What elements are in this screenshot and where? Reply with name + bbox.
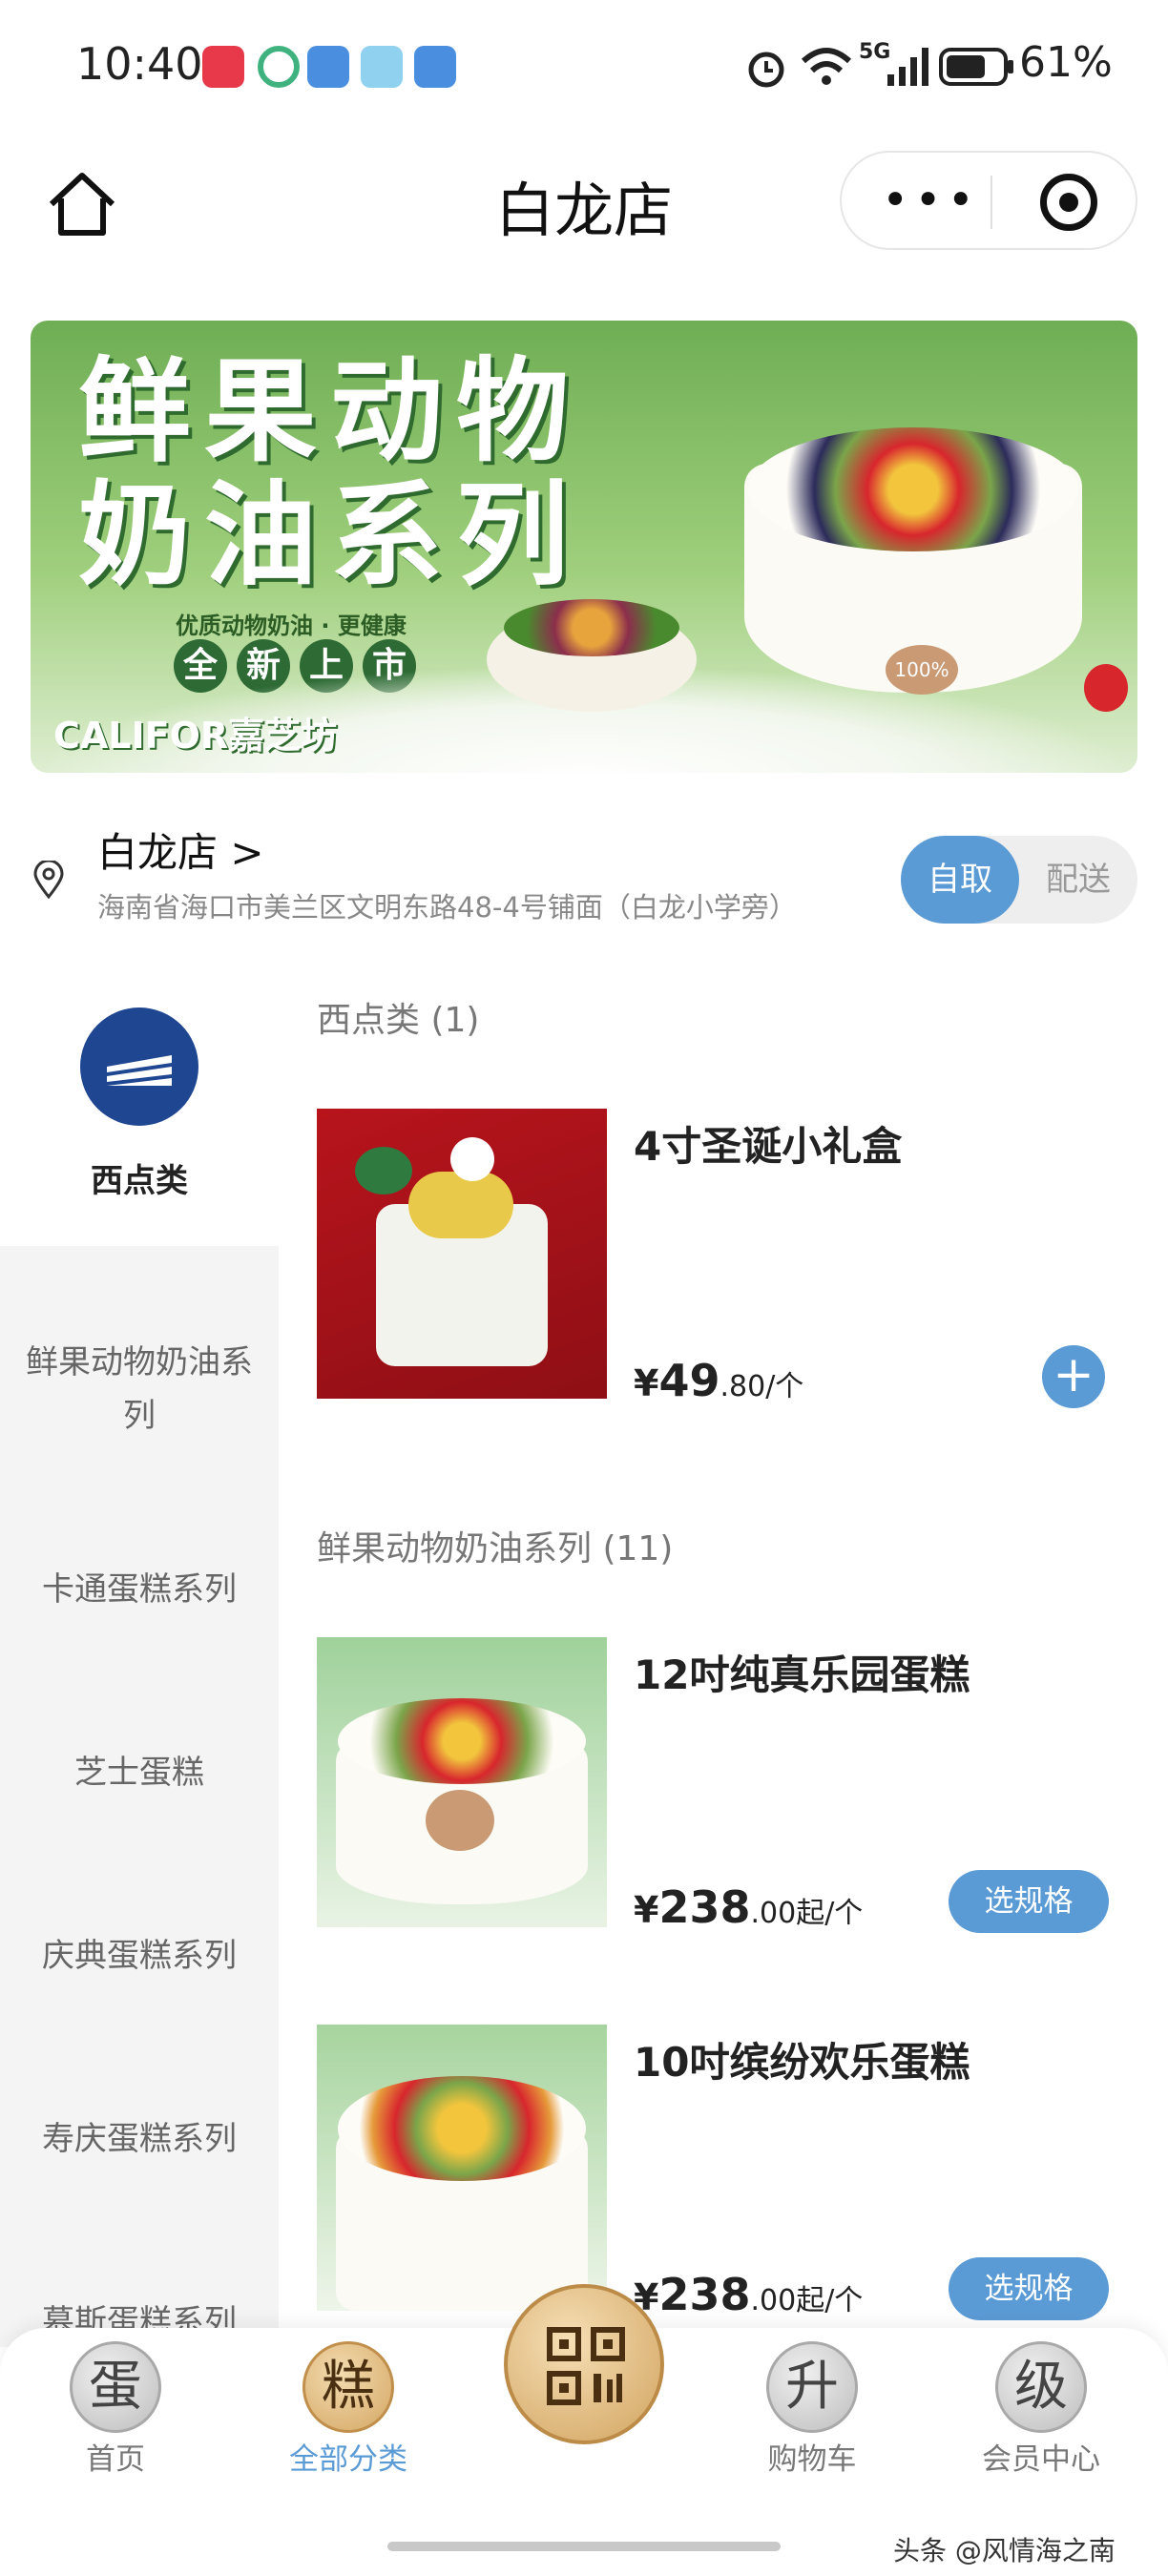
banner-title: 鲜果动物 奶油系列 [78,349,582,597]
store-address: 海南省海口市美兰区文明东路48-4号铺面（白龙小学旁） [97,891,797,924]
promo-banner[interactable]: 鲜果动物 奶油系列 优质动物奶油 · 更健康 全 新 上 市 100% CALI… [31,321,1137,773]
watermark: 头条 @风情海之南 [893,2535,1116,2566]
holly-decoration [355,1147,412,1195]
category-sidebar: 西点类 鲜果动物奶油系列 卡通蛋糕系列 芝士蛋糕 庆典蛋糕系列 寿庆蛋糕系列 慕… [0,954,279,2347]
qr-code-icon [547,2327,625,2405]
strawberry [1084,664,1128,712]
product-name[interactable]: 12吋纯真乐园蛋糕 [634,1643,970,1701]
banner-tagline: 优质动物奶油 · 更健康 [176,613,407,639]
add-to-cart-button[interactable]: + [1042,1345,1105,1408]
battery-level: 61% [1019,38,1113,87]
price-unit: /个 [824,2284,864,2317]
product-price: ¥49.80/个 [634,1355,803,1406]
price-integer: 238 [658,2269,751,2320]
pickup-option[interactable]: 自取 [901,836,1019,924]
tab-label: 购物车 [767,2442,857,2477]
tab-home[interactable]: 蛋 首页 [44,2341,187,2478]
tab-all-categories[interactable]: 糕 全部分类 [277,2341,420,2478]
cake-slice-icon [80,1008,198,1126]
category-seal-icon: 糕 [302,2341,394,2433]
price-unit: /个 [765,1370,804,1403]
cake-slice-shape [107,1055,172,1086]
price-integer: 49 [658,1355,720,1406]
location-pin-icon [33,861,64,899]
brand-logo: CALIFOR嘉芝坊 [53,715,338,757]
cake-badge: 100% [886,645,958,695]
tab-label: 全部分类 [289,2442,407,2477]
qr-code-button[interactable] [504,2284,664,2444]
tab-label: 首页 [86,2442,145,2477]
store-name-link[interactable]: 白龙店 > [97,821,264,879]
price-currency: ¥ [634,1362,659,1404]
product-name[interactable]: 4寸圣诞小礼盒 [634,1114,902,1173]
sidebar-item-celebration[interactable]: 庆典蛋糕系列 [0,1929,279,1983]
sidebar-item-label: 西点类 [91,1162,188,1200]
fruit-topping [504,599,679,656]
nav-header: 白龙店 ••• [0,134,1168,267]
cake-badge [426,1790,494,1851]
fruit-topping [338,2076,586,2181]
tab-member-center[interactable]: 级 会员中心 [970,2341,1113,2478]
member-seal-icon: 级 [995,2341,1087,2433]
product-price: ¥238.00起/个 [634,2269,863,2320]
app-notification-icon [202,46,244,88]
snowman [450,1137,494,1181]
select-spec-button[interactable]: 选规格 [949,2257,1109,2320]
sidebar-item-cartoon[interactable]: 卡通蛋糕系列 [0,1563,279,1616]
home-indicator[interactable] [387,2542,781,2551]
sidebar-item-active[interactable]: 西点类 [0,954,279,1246]
cart-seal-icon: 升 [766,2341,858,2433]
alarm-icon [748,52,784,88]
product-image[interactable] [317,1637,607,1927]
miniprogram-capsule: ••• [840,151,1137,250]
banner-title-line2: 奶油系列 [78,469,583,601]
price-decimal: .80 [720,1370,766,1403]
select-spec-button[interactable]: 选规格 [949,1870,1109,1933]
big-cake-topping [748,427,1078,551]
banner-title-line1: 鲜果动物 [78,345,583,477]
battery-icon [939,48,1013,86]
price-integer: 238 [658,1881,751,1933]
wifi-icon [801,48,852,85]
tab-cart[interactable]: 升 购物车 [740,2341,884,2478]
product-image[interactable] [317,1109,607,1399]
notification-icon [307,46,349,88]
more-icon[interactable]: ••• [882,174,980,227]
price-unit: /个 [824,1897,864,1930]
sync-notification-icon [258,46,300,88]
product-name[interactable]: 10吋缤纷欢乐蛋糕 [634,2030,970,2088]
notification-icon [414,46,456,88]
status-time: 10:40 [76,38,203,90]
fruit-topping [338,1698,586,1784]
product-image[interactable] [317,2025,607,2311]
fulfillment-toggle: 自取 配送 [901,836,1137,924]
home-seal-icon: 蛋 [70,2341,161,2433]
price-decimal: .00起 [750,2284,825,2317]
capsule-divider [991,176,992,229]
section-title: 鲜果动物奶油系列 (11) [317,1529,674,1568]
section-title: 西点类 (1) [317,1001,480,1040]
notification-icon [361,46,403,88]
price-decimal: .00起 [750,1897,825,1930]
sidebar-item-birthday[interactable]: 寿庆蛋糕系列 [0,2112,279,2166]
price-currency: ¥ [634,1889,659,1931]
close-miniprogram-icon[interactable] [1040,174,1097,231]
sidebar-item-cheese[interactable]: 芝士蛋糕 [0,1746,279,1799]
tab-label: 会员中心 [982,2442,1100,2477]
signal-icon [887,48,928,86]
sidebar-item-fresh-fruit[interactable]: 鲜果动物奶油系列 [0,1336,279,1443]
product-price: ¥238.00起/个 [634,1881,863,1933]
delivery-option[interactable]: 配送 [1019,836,1137,924]
status-bar: 10:40 5G 61% [0,0,1168,134]
cake-plaque [408,1172,513,1238]
store-info: 白龙店 > 海南省海口市美兰区文明东路48-4号铺面（白龙小学旁） 自取 配送 [0,811,1168,945]
